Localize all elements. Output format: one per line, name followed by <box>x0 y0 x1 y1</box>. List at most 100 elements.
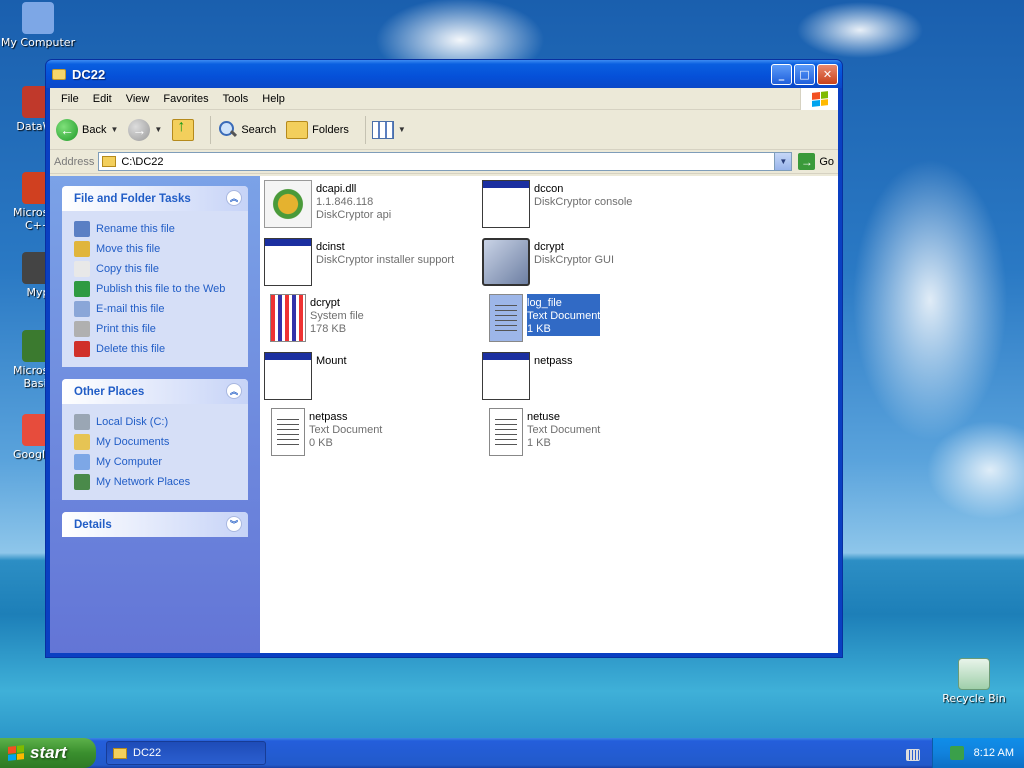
task-link[interactable]: E-mail this file <box>74 299 238 319</box>
application-window-icon <box>482 352 530 400</box>
menu-file[interactable]: File <box>54 93 86 105</box>
application-window-icon <box>264 352 312 400</box>
collapse-chevron-icon[interactable]: ︽ <box>226 383 242 399</box>
task-link[interactable]: Publish this file to the Web <box>74 279 238 299</box>
go-label: Go <box>819 155 834 168</box>
maximize-button[interactable]: □ <box>794 63 815 85</box>
network-places-icon <box>74 474 90 490</box>
search-label: Search <box>241 123 277 136</box>
file-item[interactable]: log_file Text Document 1 KB <box>482 294 682 348</box>
file-detail: DiskCryptor GUI <box>534 254 615 266</box>
my-documents-icon <box>74 434 90 450</box>
file-detail: DiskCryptor installer support <box>316 254 455 266</box>
file-detail: Text Document <box>309 424 383 436</box>
folders-label: Folders <box>312 123 349 136</box>
network-tray-icon[interactable] <box>949 746 964 760</box>
up-button[interactable] <box>172 118 195 141</box>
menu-view[interactable]: View <box>119 93 157 105</box>
other-places-title: Other Places <box>74 385 145 398</box>
address-value: C:\DC22 <box>121 155 164 168</box>
file-detail: System file <box>310 310 364 322</box>
file-name: netuse <box>527 411 561 423</box>
explorer-window: DC22 _ □ ✕ File Edit View Favorites Tool… <box>45 59 843 658</box>
diskcryptor-logo-icon <box>482 238 530 286</box>
forward-button[interactable]: → ▼ <box>128 118 162 141</box>
file-item[interactable]: dcrypt DiskCryptor GUI <box>482 238 682 292</box>
windows-flag-icon <box>8 745 24 761</box>
folders-icon <box>286 120 309 139</box>
forward-dropdown-icon[interactable]: ▼ <box>154 125 162 134</box>
task-link[interactable]: Delete this file <box>74 339 238 359</box>
publish-web-icon <box>74 281 90 297</box>
file-item[interactable]: netuse Text Document 1 KB <box>482 408 682 462</box>
file-item[interactable]: dcapi.dll 1.1.846.118 DiskCryptor api <box>264 180 464 234</box>
task-link-label: My Computer <box>96 456 163 468</box>
back-dropdown-icon[interactable]: ▼ <box>110 125 118 134</box>
file-name: log_file <box>527 297 562 309</box>
file-name: netpass <box>309 411 348 423</box>
forward-arrow-icon: → <box>128 118 151 141</box>
file-detail: 178 KB <box>310 323 347 335</box>
back-arrow-icon: ← <box>56 118 78 141</box>
details-header[interactable]: Details ︾ <box>62 512 248 537</box>
clock: 8:12 AM <box>973 747 1014 759</box>
file-item[interactable]: dccon DiskCryptor console <box>482 180 682 234</box>
taskbar-window-label: DC22 <box>133 747 162 759</box>
menu-edit[interactable]: Edit <box>86 93 119 105</box>
recycle-bin[interactable]: Recycle Bin <box>936 658 1012 705</box>
task-link[interactable]: Print this file <box>74 319 238 339</box>
go-button[interactable]: → Go <box>798 153 834 170</box>
address-label: Address <box>54 155 95 168</box>
close-button[interactable]: ✕ <box>817 63 838 85</box>
task-link[interactable]: Rename this file <box>74 219 238 239</box>
desktop-icon[interactable]: My Computer <box>0 2 76 49</box>
menu-help[interactable]: Help <box>255 93 292 105</box>
go-arrow-icon: → <box>798 153 816 170</box>
task-link-label: Copy this file <box>96 263 159 275</box>
search-button[interactable]: Search <box>217 120 276 140</box>
minimize-button[interactable]: _ <box>771 63 792 85</box>
text-document-icon <box>271 408 305 456</box>
task-link-label: Delete this file <box>96 343 166 355</box>
file-name: dcapi.dll <box>316 183 357 195</box>
menu-favorites[interactable]: Favorites <box>156 93 215 105</box>
task-link-label: Publish this file to the Web <box>96 283 226 295</box>
system-file-icon <box>270 294 306 342</box>
title-bar[interactable]: DC22 _ □ ✕ <box>46 60 842 88</box>
folders-button[interactable]: Folders <box>286 120 349 139</box>
other-places-header[interactable]: Other Places ︽ <box>62 379 248 404</box>
file-item[interactable]: Mount <box>264 352 464 406</box>
rename-icon <box>74 221 90 237</box>
taskbar-window-button[interactable]: DC22 <box>106 741 266 765</box>
address-dropdown-icon[interactable]: ▼ <box>774 153 792 170</box>
views-button[interactable]: ▼ <box>371 120 406 139</box>
toolbar-separator <box>210 115 212 144</box>
recycle-bin-icon <box>958 658 990 690</box>
file-tasks-header[interactable]: File and Folder Tasks ︽ <box>62 186 248 211</box>
start-button[interactable]: start <box>0 738 96 768</box>
task-link-label: Move this file <box>96 243 161 255</box>
task-link[interactable]: My Computer <box>74 452 238 472</box>
views-dropdown-icon: ▼ <box>397 125 406 134</box>
task-link[interactable]: Move this file <box>74 239 238 259</box>
back-button[interactable]: ← Back ▼ <box>56 118 118 141</box>
application-window-icon <box>264 238 312 286</box>
menu-tools[interactable]: Tools <box>216 93 256 105</box>
file-item[interactable]: dcinst DiskCryptor installer support <box>264 238 464 292</box>
task-link[interactable]: Copy this file <box>74 259 238 279</box>
task-link[interactable]: My Network Places <box>74 472 238 492</box>
keyboard-icon[interactable] <box>906 749 920 761</box>
task-link[interactable]: My Documents <box>74 432 238 452</box>
file-item[interactable]: netpass Text Document 0 KB <box>264 408 464 462</box>
file-detail: Text Document <box>527 310 601 322</box>
collapse-chevron-icon[interactable]: ︽ <box>226 190 242 206</box>
details-title: Details <box>74 518 112 531</box>
expand-chevron-icon[interactable]: ︾ <box>226 516 242 532</box>
file-item[interactable]: dcrypt System file 178 KB <box>264 294 464 348</box>
file-item[interactable]: netpass <box>482 352 682 406</box>
task-link[interactable]: Local Disk (C:) <box>74 412 238 432</box>
file-list: dcapi.dll 1.1.846.118 DiskCryptor api dccon… <box>260 176 838 653</box>
file-tasks-title: File and Folder Tasks <box>74 192 191 205</box>
address-field[interactable]: C:\DC22 ▼ <box>98 152 793 171</box>
menu-bar: File Edit View Favorites Tools Help <box>50 88 838 110</box>
